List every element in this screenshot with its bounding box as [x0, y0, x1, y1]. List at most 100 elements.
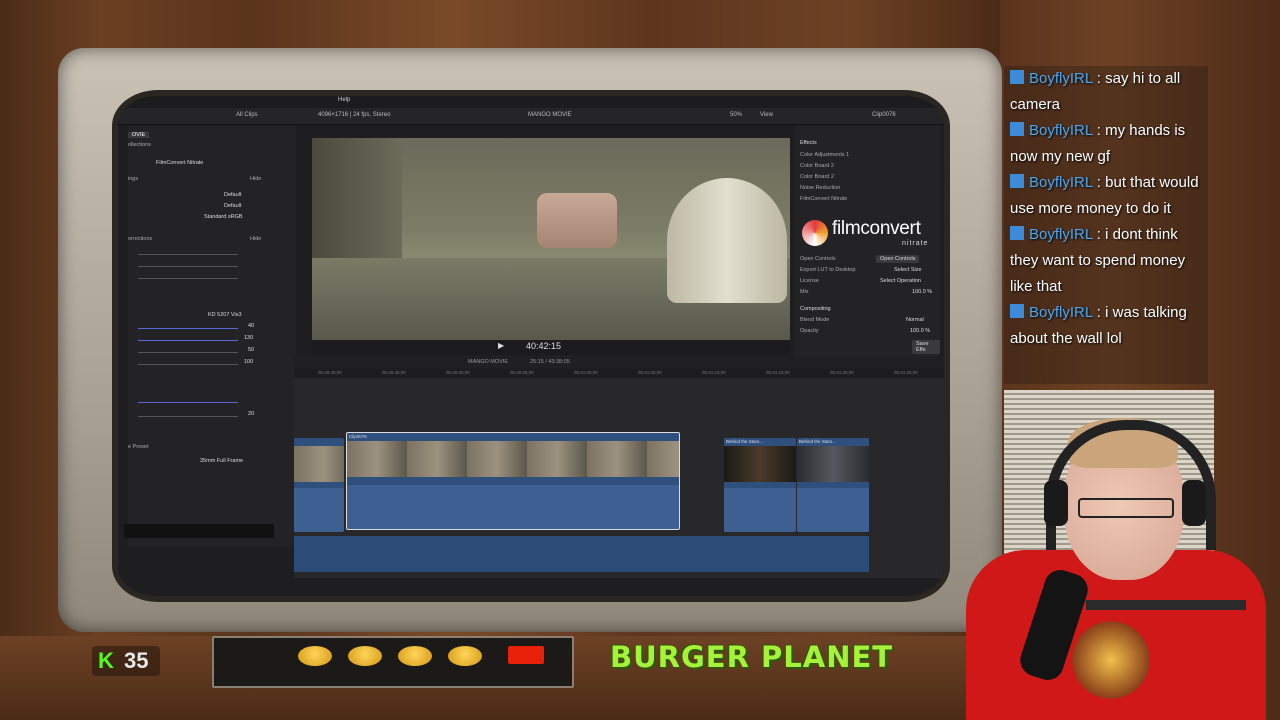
effect-title: FilmConvert Nitrate: [156, 160, 204, 166]
feet: [537, 193, 617, 248]
default-select-1[interactable]: Default: [224, 192, 241, 198]
shirt-graphic: [1061, 620, 1161, 700]
left-inspector: OVIE ollections FilmConvert Nitrate ings…: [128, 126, 296, 546]
clip-name: Clip0076: [872, 112, 896, 118]
value-50: 50: [248, 347, 255, 353]
mac-menu-bar: Help: [118, 96, 944, 108]
clip-label: Clip0076: [349, 434, 367, 439]
color-adjustments[interactable]: Color Adjustments 1: [800, 152, 849, 158]
value-20: 20: [248, 411, 255, 417]
timeline-project[interactable]: MANGO MOVIE: [468, 359, 508, 365]
nitrate-subtitle: nitrate: [902, 240, 929, 247]
noise-reduction[interactable]: Noise Reduction: [800, 185, 840, 191]
headphone-cup-left: [1044, 480, 1068, 526]
video-viewer[interactable]: [312, 138, 790, 340]
opacity-value[interactable]: 100.0 %: [910, 328, 930, 334]
slider-c[interactable]: [138, 278, 238, 279]
viewer-count: 35: [124, 648, 149, 673]
tv-screen: Help All Clips 4096×1716 | 24 fps, Stere…: [118, 96, 944, 596]
play-icon[interactable]: ▶: [498, 341, 504, 350]
chat-username[interactable]: BoyflyIRL: [1029, 122, 1093, 139]
knob-1: [298, 646, 332, 666]
settings-section: ings: [128, 176, 139, 182]
user-badge-icon: [1010, 122, 1024, 136]
blend-mode-label: Blend Mode: [800, 317, 830, 323]
mix-label: Mix: [800, 289, 809, 295]
chat-username[interactable]: BoyflyIRL: [1029, 174, 1093, 191]
chat-username[interactable]: BoyflyIRL: [1029, 226, 1093, 243]
mic-arm: [1086, 600, 1246, 610]
save-effects-button[interactable]: Save Effe: [912, 340, 940, 354]
slider-b[interactable]: [138, 266, 238, 267]
collections-item[interactable]: ollections: [128, 142, 151, 148]
chat-username[interactable]: BoyflyIRL: [1029, 304, 1093, 321]
webcam-feed: [946, 400, 1280, 720]
clip-thumbnails: [347, 441, 679, 477]
filmconvert-mark-icon: [802, 220, 828, 246]
filmconvert-wordmark: filmconvert: [832, 218, 921, 239]
filmconvert-logo: filmconvert nitrate: [802, 218, 938, 254]
menu-help[interactable]: Help: [338, 97, 350, 103]
blend-mode-select[interactable]: Normal: [906, 317, 924, 323]
slider-a[interactable]: [138, 254, 238, 255]
ruler-tick: 00:41:10:00: [702, 370, 726, 375]
clip-main[interactable]: Clip0076: [346, 432, 680, 530]
fcp-toolbar: All Clips 4096×1716 | 24 fps, Stereo MAN…: [118, 108, 944, 125]
inspector-footer: [124, 524, 274, 538]
hide-button[interactable]: Hide: [250, 176, 261, 182]
chat-message: BoyflyIRL : my hands is now my new gf: [1004, 118, 1208, 170]
film-stock-select[interactable]: KD 5207 Vis3: [208, 312, 242, 318]
ruler-tick: 00:40:55:00: [510, 370, 534, 375]
view-menu[interactable]: View: [760, 112, 773, 118]
audio-lane[interactable]: [294, 536, 869, 572]
value-130: 130: [244, 335, 254, 341]
red-indicator: [508, 646, 544, 664]
chat-username[interactable]: BoyflyIRL: [1029, 70, 1093, 87]
right-inspector: Effects Color Adjustments 1 Color Board …: [794, 126, 940, 356]
select-size[interactable]: Select Size: [894, 267, 922, 273]
value-40: 40: [248, 323, 255, 329]
tv-control-panel: [212, 636, 574, 688]
clip-b1[interactable]: Behind the Stars...: [724, 438, 796, 532]
clip-b2[interactable]: Behind the Stars...: [797, 438, 869, 532]
colorspace-select[interactable]: Standard sRGB: [204, 214, 243, 220]
project-title: MANGO MOVIE: [528, 112, 572, 118]
slider-d[interactable]: [138, 402, 238, 403]
user-badge-icon: [1010, 304, 1024, 318]
stream-title: BURGER PLANET: [610, 640, 894, 674]
clip-thumbnails: [797, 446, 869, 482]
clip-audio: [294, 488, 344, 532]
timecode[interactable]: 40:42:15: [526, 341, 561, 351]
mix-value[interactable]: 100.0 %: [912, 289, 932, 295]
kick-icon: K: [98, 648, 114, 673]
filmconvert-effect[interactable]: FilmConvert Nitrate: [800, 196, 847, 202]
open-controls-button[interactable]: Open Controls: [876, 255, 920, 263]
clip-thumbnails: [724, 446, 796, 482]
final-cut-pro-window: All Clips 4096×1716 | 24 fps, Stereo MAN…: [118, 108, 944, 596]
headphone-cup-right: [1182, 480, 1206, 526]
all-clips-menu[interactable]: All Clips: [236, 112, 258, 118]
user-badge-icon: [1010, 70, 1024, 84]
open-controls-label: Open Controls: [800, 256, 836, 262]
effects-header: Effects: [800, 140, 817, 146]
preset-select[interactable]: 35mm Full Frame: [200, 458, 243, 464]
library-item[interactable]: OVIE: [128, 132, 150, 138]
zoom-level[interactable]: 50%: [730, 112, 742, 118]
ruler-tick: 00:41:15:00: [766, 370, 790, 375]
chat-panel: BoyflyIRL : say hi to all camera BoyflyI…: [1004, 66, 1208, 384]
color-board[interactable]: Color Board 2: [800, 174, 834, 180]
timeline[interactable]: Clip0076 Behind the Stars... Behind the …: [294, 378, 944, 578]
color-board-2[interactable]: Color Board 2: [800, 163, 834, 169]
ruler-tick: 00:41:20:00: [830, 370, 854, 375]
select-operation[interactable]: Select Operation: [880, 278, 921, 284]
chat-message: BoyflyIRL : i was talking about the wall…: [1004, 300, 1208, 352]
clip-prev[interactable]: [294, 438, 344, 532]
compositing-header: Compositing: [800, 306, 831, 312]
clip-audio: [797, 488, 869, 532]
chat-message: BoyflyIRL : i dont think they want to sp…: [1004, 222, 1208, 300]
timeline-header: MANGO MOVIE 25:15 / 43:38:05: [294, 356, 944, 368]
clip-label: Behind the Stars...: [726, 439, 764, 444]
corrections-section: orrections: [128, 236, 153, 242]
hide-button-2[interactable]: Hide: [250, 236, 261, 242]
default-select-2[interactable]: Default: [224, 203, 241, 209]
